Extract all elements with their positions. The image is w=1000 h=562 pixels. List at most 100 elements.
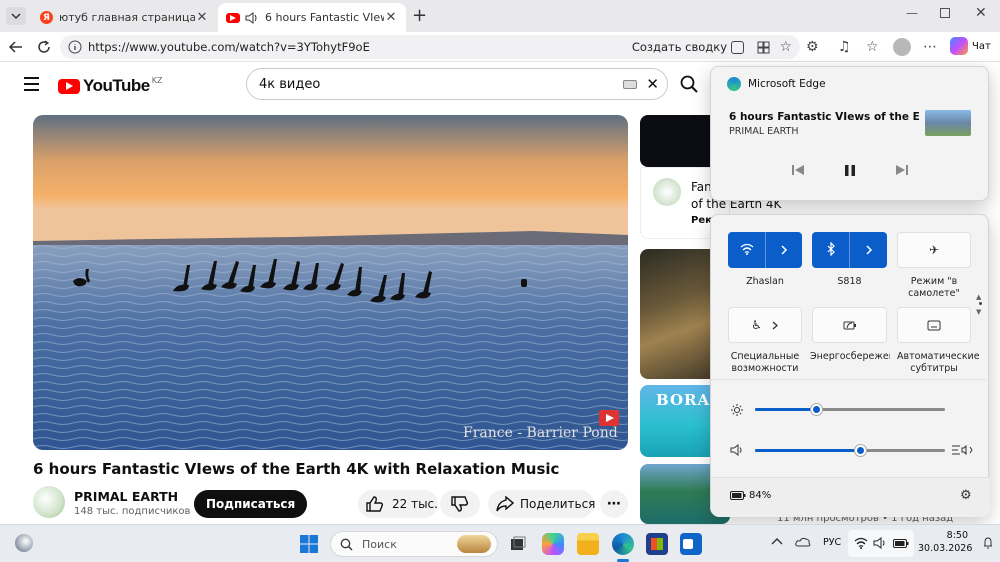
file-explorer-icon[interactable] [577, 533, 599, 555]
search-placeholder: Поиск [362, 537, 397, 551]
bluetooth-expand-icon[interactable] [849, 232, 887, 268]
close-window-button[interactable]: ✕ [975, 5, 987, 21]
search-input[interactable]: 4к видео ✕ [246, 68, 668, 100]
like-button[interactable]: 22 тыс. [358, 490, 438, 518]
address-field[interactable]: https://www.youtube.com/watch?v=3YTohytF… [60, 35, 800, 59]
tab-actions-button[interactable] [6, 7, 26, 25]
volume-tray-icon [873, 537, 886, 549]
taskbar: Поиск РУС 8:50 30.03.2026 [0, 524, 1000, 562]
channel-avatar[interactable] [33, 486, 65, 518]
taskbar-search[interactable]: Поиск [330, 531, 498, 557]
live-captions-tile[interactable] [897, 307, 971, 343]
more-icon[interactable]: ⋯ [923, 39, 939, 55]
more-actions-button[interactable]: ⋯ [600, 490, 628, 518]
dislike-button[interactable] [440, 490, 480, 518]
battery-percentage: 84% [749, 490, 772, 501]
media-flyout: Microsoft Edge 6 hours Fantastic VIews o… [710, 66, 989, 201]
clock[interactable]: 8:50 30.03.2026 [918, 529, 972, 555]
volume-icon[interactable] [730, 444, 743, 456]
search-highlight-icon [457, 535, 491, 553]
subscribe-button[interactable]: Подписаться [194, 490, 308, 518]
quick-settings-panel: ✈ Zhaslan S818 Режим "в самолете" ▲ ▼ ♿ … [710, 214, 990, 517]
back-icon[interactable] [8, 39, 24, 55]
ad-avatar [653, 178, 681, 206]
new-tab-button[interactable]: + [412, 5, 427, 26]
language-indicator[interactable]: РУС [823, 537, 841, 548]
pause-icon[interactable] [843, 164, 857, 177]
widgets-icon[interactable] [15, 534, 33, 552]
outlook-app-icon[interactable] [680, 533, 702, 555]
search-icon[interactable] [680, 75, 698, 93]
copilot-app-icon[interactable] [542, 533, 564, 555]
video-player[interactable]: France - Barrier Pond [33, 115, 628, 450]
video-title: 6 hours Fantastic VIews of the Earth 4K … [33, 460, 560, 478]
profile-avatar[interactable] [893, 38, 911, 56]
subscriber-count: 148 тыс. подписчиков [74, 506, 191, 517]
create-summary-button[interactable]: Создать сводку [632, 40, 744, 54]
hamburger-menu-icon[interactable] [24, 77, 40, 91]
battery-saver-icon [843, 321, 857, 330]
share-label: Поделиться [520, 497, 596, 511]
thumbs-down-icon [451, 496, 469, 512]
wifi-label: Zhaslan [746, 276, 784, 287]
previous-track-icon[interactable] [791, 164, 805, 176]
channel-name[interactable]: PRIMAL EARTH [74, 489, 178, 504]
wifi-tile[interactable] [728, 232, 802, 268]
accessibility-label: Специальные возможности [730, 351, 800, 374]
media-app-name: Microsoft Edge [748, 78, 826, 90]
brightness-slider[interactable] [755, 404, 945, 415]
tab-yandex[interactable]: Я ютуб главная страница — Яндек ✕ [32, 3, 217, 32]
accessibility-expand-icon[interactable] [772, 321, 779, 330]
share-button[interactable]: Поделиться [488, 490, 596, 518]
battery-saver-tile[interactable] [812, 307, 887, 343]
wifi-expand-icon[interactable] [765, 232, 802, 268]
task-view-icon[interactable] [507, 533, 529, 555]
start-button[interactable] [299, 534, 319, 554]
store-app-icon[interactable] [646, 533, 668, 555]
tab-title: 6 hours Fantastic VIews of the [265, 11, 384, 24]
edge-app-icon[interactable] [612, 533, 634, 555]
media-control-icon[interactable]: ♫ [838, 39, 854, 55]
close-tab-icon[interactable]: ✕ [384, 10, 398, 25]
yandex-icon: Я [40, 11, 53, 24]
page-up-icon[interactable]: ▲ [976, 293, 981, 301]
accessibility-tile[interactable]: ♿ [728, 307, 802, 343]
maximize-button[interactable] [940, 8, 950, 18]
bluetooth-label: S818 [837, 276, 862, 287]
bluetooth-tile[interactable] [812, 232, 887, 268]
extensions-icon[interactable]: ⚙ [806, 39, 822, 55]
settings-gear-icon[interactable]: ⚙ [960, 488, 972, 503]
speaker-icon[interactable] [245, 11, 259, 24]
refresh-icon[interactable] [36, 39, 52, 55]
airplane-mode-tile[interactable]: ✈ [897, 232, 971, 268]
logo-text: YouTube [83, 76, 150, 95]
youtube-logo[interactable]: YouTube KZ [58, 76, 162, 96]
site-info-icon[interactable] [68, 40, 82, 54]
volume-slider[interactable] [755, 445, 945, 456]
search-value: 4к видео [259, 76, 321, 92]
favorites-icon[interactable]: ☆ [866, 39, 882, 55]
show-hidden-icons[interactable] [771, 537, 783, 545]
accessibility-icon: ♿ [751, 318, 762, 332]
keyboard-icon[interactable] [623, 80, 637, 89]
volume-knob[interactable] [854, 445, 866, 456]
apps-icon[interactable] [757, 41, 770, 54]
rec-title: Fan [691, 180, 712, 194]
clear-search-icon[interactable]: ✕ [646, 75, 659, 93]
media-thumbnail [925, 110, 971, 136]
audio-output-icon[interactable] [951, 443, 973, 457]
tab-youtube[interactable]: 6 hours Fantastic VIews of the ✕ [218, 3, 406, 32]
close-tab-icon[interactable]: ✕ [195, 10, 209, 25]
media-title: 6 hours Fantastic VIews of the Earth... [729, 111, 919, 123]
copilot-chat-button[interactable]: Чат [950, 37, 991, 55]
battery-icon[interactable] [730, 491, 746, 500]
brightness-knob[interactable] [810, 404, 822, 415]
page-down-icon[interactable]: ▼ [976, 308, 981, 316]
minimize-button[interactable]: — [906, 6, 918, 20]
region-code: KZ [151, 75, 163, 85]
notifications-icon[interactable] [983, 536, 993, 550]
favorite-star-icon[interactable]: ☆ [779, 39, 792, 55]
next-track-icon[interactable] [895, 164, 909, 176]
chat-label: Чат [972, 40, 991, 52]
onedrive-icon[interactable] [795, 537, 811, 547]
